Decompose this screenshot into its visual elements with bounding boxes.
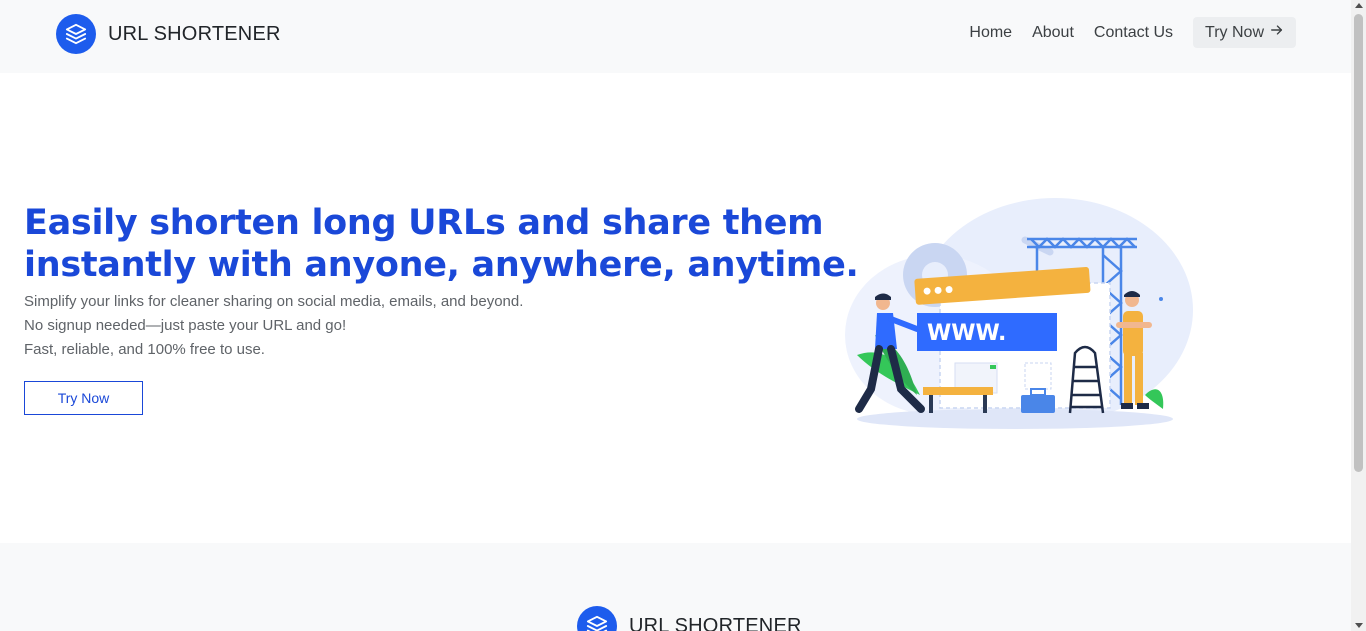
- footer-brand-name: URL SHORTENER: [629, 614, 802, 631]
- layers-icon: [56, 14, 96, 54]
- footer: URL SHORTENER: [0, 543, 1351, 631]
- footer-logo-link[interactable]: URL SHORTENER: [577, 606, 802, 631]
- scroll-down-arrow-icon[interactable]: [1354, 623, 1363, 628]
- scroll-up-arrow-icon[interactable]: [1354, 3, 1363, 8]
- nav-home-link[interactable]: Home: [969, 17, 1012, 48]
- vertical-scrollbar[interactable]: [1351, 0, 1366, 631]
- scrollbar-thumb[interactable]: [1354, 14, 1363, 472]
- hero-illustration: WWW.: [845, 195, 1195, 435]
- layers-icon: [577, 606, 617, 631]
- nav-try-now-label: Try Now: [1205, 23, 1264, 41]
- www-banner-text: WWW.: [927, 321, 1006, 346]
- navbar: URL SHORTENER Home About Contact Us Try …: [0, 0, 1351, 73]
- hero-description: Simplify your links for cleaner sharing …: [24, 290, 523, 362]
- hero-try-now-button[interactable]: Try Now: [24, 381, 143, 415]
- nav-menu: Home About Contact Us Try Now: [969, 17, 1296, 48]
- nav-try-now-button[interactable]: Try Now: [1193, 17, 1296, 48]
- hero-line: No signup needed—just paste your URL and…: [24, 317, 347, 334]
- nav-about-link[interactable]: About: [1032, 17, 1074, 48]
- hero-line: Fast, reliable, and 100% free to use.: [24, 341, 265, 358]
- nav-contact-link[interactable]: Contact Us: [1094, 17, 1173, 48]
- arrow-right-icon: [1270, 23, 1284, 42]
- brand-logo-link[interactable]: URL SHORTENER: [56, 14, 281, 54]
- brand-name: URL SHORTENER: [108, 22, 281, 45]
- hero-line: Simplify your links for cleaner sharing …: [24, 293, 524, 310]
- hero-title: Easily shorten long URLs and share them …: [24, 203, 859, 285]
- page: URL SHORTENER Home About Contact Us Try …: [0, 0, 1366, 631]
